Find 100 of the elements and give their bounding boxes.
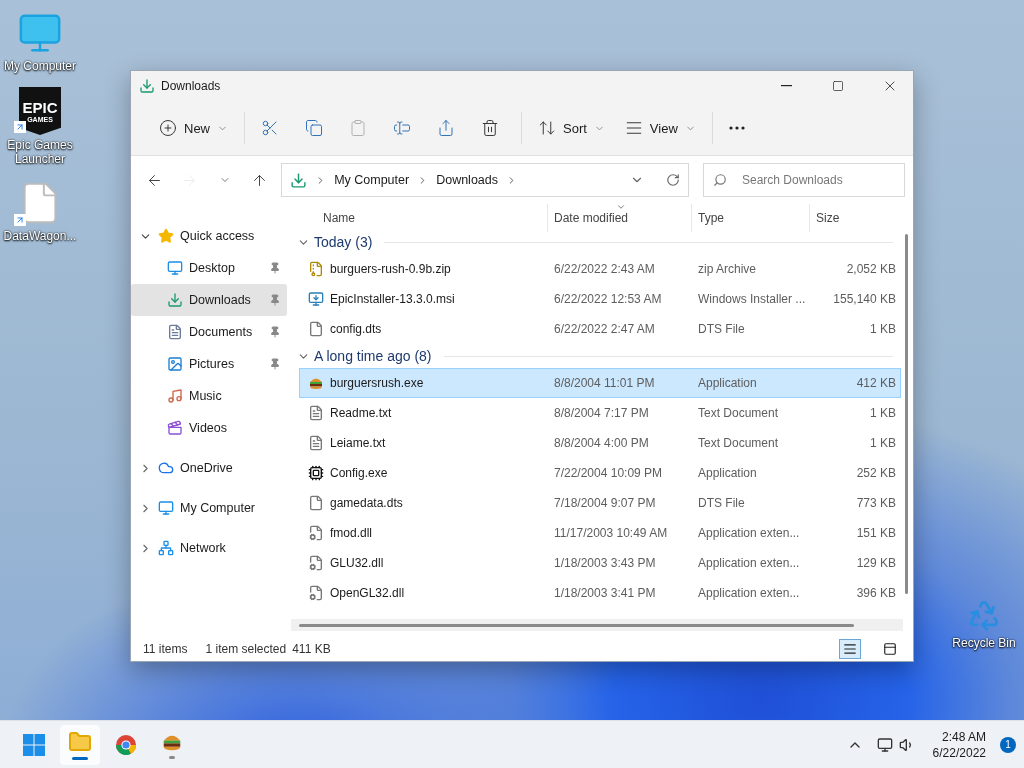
group-header[interactable]: Today (3) [314, 234, 373, 250]
desktop-icon-label[interactable]: Recycle Bin [952, 636, 1016, 650]
status-text: 1 item selected [205, 642, 287, 656]
file-row[interactable]: EpicInstaller-13.3.0.msi 6/22/2022 12:53 AM Windows Installer ... 155,140 KB [299, 284, 901, 314]
sort-button[interactable]: Sort [530, 112, 613, 144]
type-cell-text: Text Document [697, 406, 780, 420]
sidebar-item[interactable]: OneDrive [131, 452, 287, 484]
sidebar-item[interactable]: Documents [131, 316, 287, 348]
file-row[interactable]: fmod.dll 11/17/2003 10:49 AM Application exten... 151 KB [299, 518, 901, 548]
type-cell-text: Application [697, 466, 758, 480]
chip-icon [308, 465, 324, 481]
file-name: config.dts [308, 321, 548, 337]
type-cell-text: Windows Installer ... [697, 292, 807, 306]
sort-icon [538, 119, 556, 137]
monitor-icon [158, 500, 174, 516]
file-row[interactable]: GLU32.dll 1/18/2003 3:43 PM Application exten... 129 KB [299, 548, 901, 578]
clock-date[interactable]: 6/22/2022 [932, 744, 986, 761]
monitor-icon[interactable] [876, 736, 893, 753]
column-header[interactable]: Type [691, 204, 809, 232]
running-indicator [169, 755, 175, 759]
sidebar-item[interactable]: Downloads [131, 284, 287, 316]
clock-time[interactable]: 2:48 AM [941, 728, 986, 745]
sidebar-item[interactable]: Music [131, 380, 287, 412]
file-row[interactable]: OpenGL32.dll 1/18/2003 3:41 PM Application exten... 396 KB [299, 578, 901, 608]
sidebar-item[interactable]: My Computer [131, 492, 287, 524]
status-text: 11 items [143, 642, 188, 656]
size-cell-text: 252 KB [855, 466, 897, 480]
size-cell-text: 1 KB [869, 436, 897, 450]
file-row[interactable]: Config.exe 7/22/2004 10:09 PM Application 252 KB [299, 458, 901, 488]
date-cell-text: 7/22/2004 10:09 PM [553, 466, 664, 480]
refresh-icon[interactable] [666, 173, 680, 187]
file-name: fmod.dll [308, 525, 548, 541]
search-icon [713, 173, 727, 187]
breadcrumb[interactable]: Downloads [436, 173, 498, 187]
breadcrumb[interactable]: My Computer [334, 173, 410, 187]
sidebar-item[interactable]: Pictures [131, 348, 287, 380]
sidebar-item[interactable]: Videos [131, 412, 287, 444]
more-icon [728, 126, 745, 130]
windows-logo-icon [23, 733, 45, 756]
file-row[interactable]: config.dts 6/22/2022 2:47 AM DTS File 1 KB [299, 314, 901, 344]
music-icon [167, 388, 183, 404]
type-cell-text: Application exten... [697, 556, 801, 570]
scissors-icon [261, 119, 279, 137]
date-cell-text: 1/18/2003 3:43 PM [553, 556, 657, 570]
document-icon [167, 324, 183, 340]
view-button[interactable]: View [616, 112, 704, 144]
file-icon [308, 495, 324, 511]
file-name: Leiame.txt [308, 435, 548, 451]
type-cell-text: DTS File [697, 496, 746, 510]
video-icon [167, 420, 183, 436]
file-icon [308, 321, 324, 337]
file-name: OpenGL32.dll [308, 585, 548, 601]
file-name: GLU32.dll [308, 555, 548, 571]
download-icon [139, 78, 155, 94]
date-cell-text: 11/17/2003 10:49 AM [553, 526, 669, 540]
trash-icon [481, 119, 499, 137]
address-bar[interactable]: My Computer Downloads [281, 163, 689, 197]
file-row[interactable]: gamedata.dts 7/18/2004 9:07 PM DTS File 773 KB [299, 488, 901, 518]
browser-icon [115, 733, 137, 756]
taskbar-app[interactable] [60, 724, 100, 765]
column-header[interactable]: Size [809, 204, 897, 232]
file-row[interactable]: Leiame.txt 8/8/2004 4:00 PM Text Document 1 KB [299, 428, 901, 458]
column-header[interactable]: Date modified [547, 204, 691, 232]
details-view-icon [843, 642, 857, 656]
horizontal-scrollbar[interactable] [291, 619, 903, 631]
sidebar-item[interactable]: Quick access [131, 220, 287, 252]
date-cell-text: 6/22/2022 2:47 AM [553, 322, 656, 336]
size-cell-text: 1 KB [869, 406, 897, 420]
size-cell-text: 773 KB [855, 496, 897, 510]
notification-badge[interactable]: 1 [1000, 736, 1016, 753]
file-name: Readme.txt [308, 405, 548, 421]
shortcut-arrow-icon [14, 214, 26, 226]
file-row[interactable]: burguersrush.exe 8/8/2004 11:01 PM Application 412 KB [299, 368, 901, 398]
new-button[interactable]: New [151, 112, 236, 144]
date-cell-text: 8/8/2004 7:17 PM [553, 406, 650, 420]
sort-caret-icon [616, 204, 626, 212]
folder-icon [68, 729, 92, 754]
type-cell-text: DTS File [697, 322, 746, 336]
running-indicator [72, 756, 88, 760]
date-cell-text: 8/8/2004 4:00 PM [553, 436, 650, 450]
network-icon [158, 540, 174, 556]
gear-file-icon [308, 525, 324, 541]
size-cell-text: 412 KB [855, 376, 897, 390]
file-row[interactable]: burguers-rush-0.9b.zip 6/22/2022 2:43 AM zip Archive 2,052 KB [299, 254, 901, 284]
search-field[interactable]: Search Downloads [703, 163, 905, 197]
group-header[interactable]: A long time ago (8) [314, 348, 432, 364]
sidebar-item[interactable]: Network [131, 532, 287, 564]
file-row[interactable]: Readme.txt 8/8/2004 7:17 PM Text Document 1 KB [299, 398, 901, 428]
star-icon [158, 228, 174, 244]
date-cell-text: 6/22/2022 12:53 AM [553, 292, 663, 306]
size-cell-text: 155,140 KB [832, 292, 897, 306]
sidebar-item[interactable]: Desktop [131, 252, 287, 284]
column-header[interactable]: Name [307, 204, 547, 232]
plus-circle-icon [159, 119, 177, 137]
file-name: burguersrush.exe [308, 375, 548, 391]
cloud-icon [158, 460, 174, 476]
maximize-icon [832, 80, 844, 92]
download-icon [290, 171, 308, 189]
logo-text: EPIC [22, 99, 58, 116]
details-view-button[interactable] [839, 639, 861, 659]
